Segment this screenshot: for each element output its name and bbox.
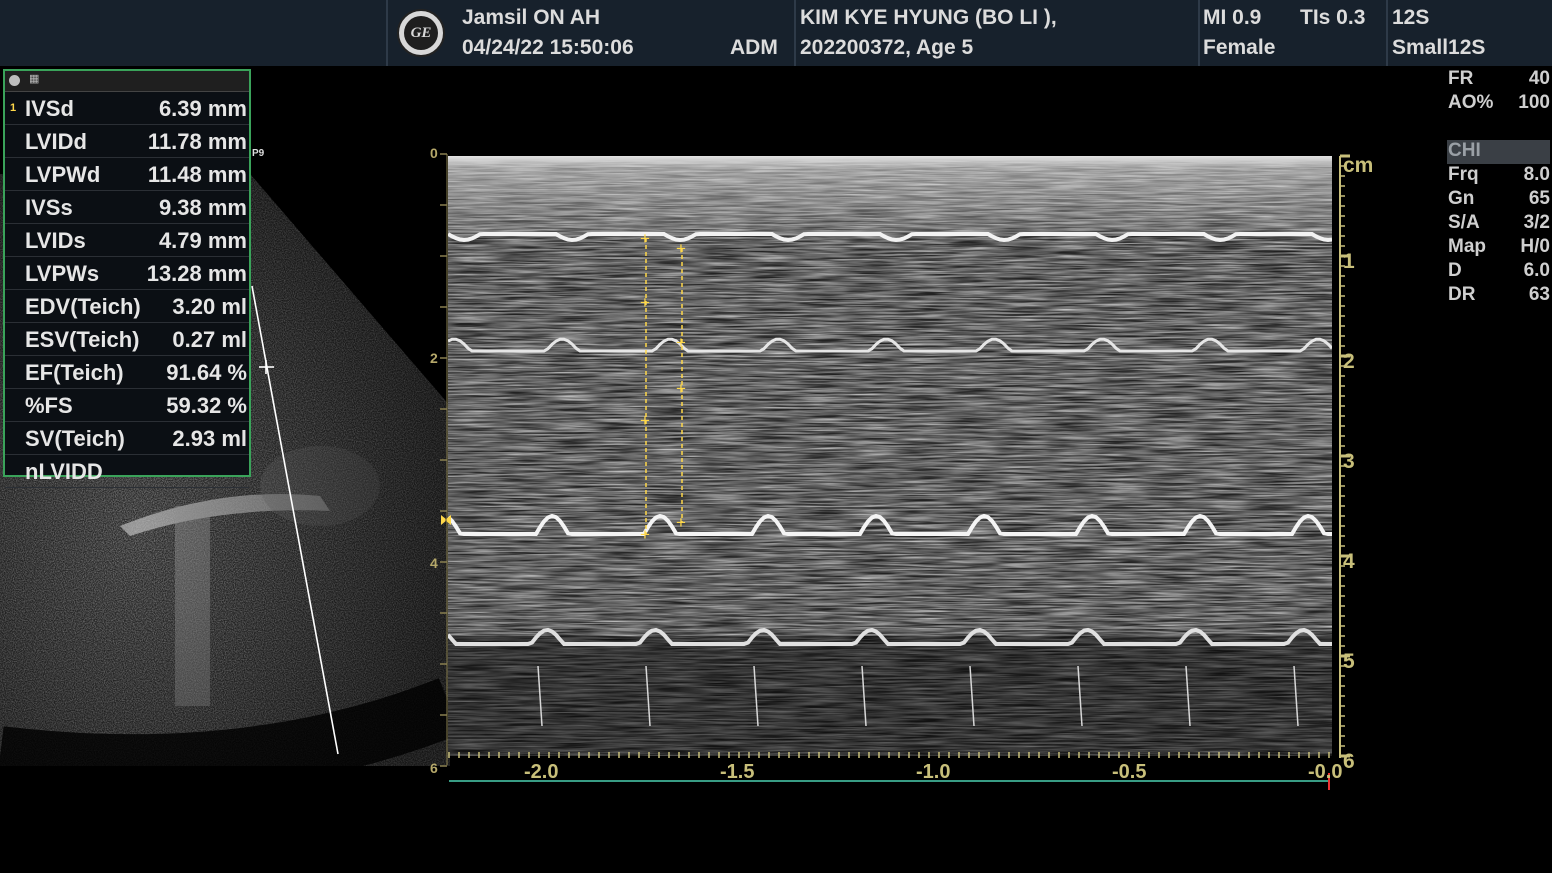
- probe-tag: P9: [252, 148, 265, 159]
- grip-icon[interactable]: ▦: [29, 72, 39, 85]
- measurement-value: 11.48 mm: [147, 162, 247, 187]
- measurement-row[interactable]: 1 IVSd 6.39 mm: [5, 92, 249, 125]
- depth-label: 4: [1343, 550, 1355, 573]
- measurement-value: 2.93 ml: [172, 426, 247, 451]
- measurement-row[interactable]: nLVIDD: [5, 455, 249, 488]
- preset-name: Small12S: [1392, 36, 1486, 59]
- measurement-value: 0.27 ml: [172, 327, 247, 352]
- imaging-mode-badge: CHI: [1447, 140, 1550, 164]
- depth-label: 6: [1343, 750, 1355, 773]
- measurement-panel[interactable]: ▦ 1 IVSd 6.39 mm LVIDd 11.78 mm LVPWd 11.48 mm…: [3, 69, 251, 488]
- time-label: -1.5: [720, 761, 755, 783]
- record-dot-icon[interactable]: [9, 75, 20, 86]
- measurement-row[interactable]: SV(Teich) 2.93 ml: [5, 422, 249, 455]
- measurement-value: 4.79 mm: [158, 228, 247, 253]
- measurement-label: nLVIDD: [25, 459, 103, 484]
- measurement-row[interactable]: LVIDs 4.79 mm: [5, 224, 249, 257]
- measurement-label: LVIDs: [25, 228, 86, 253]
- focus-marker-icon: [441, 515, 451, 525]
- measurement-value: 3.20 ml: [172, 294, 247, 319]
- measurement-row[interactable]: LVPWd 11.48 mm: [5, 158, 249, 191]
- measurement-value: 13.28 mm: [146, 261, 247, 286]
- param-row: D 6.0: [1448, 260, 1550, 281]
- probe-name: 12S: [1392, 6, 1430, 29]
- header-blank-cell: [0, 0, 388, 66]
- acquisition-params-panel: FR 40 AO% 100 CHI Frq 8.0 Gn 65 S/A 3/2 Map H/…: [1447, 68, 1550, 308]
- operator: ADM: [730, 36, 778, 59]
- patient-id-age: 202200372, Age 5: [800, 36, 974, 59]
- patient-sex: Female: [1203, 36, 1276, 59]
- measurement-label: ESV(Teich): [25, 327, 140, 352]
- time-label: -2.0: [524, 761, 559, 783]
- measurement-panel-titlebar[interactable]: ▦: [5, 71, 249, 92]
- measurement-value: 9.38 mm: [158, 195, 247, 220]
- thermal-index: TIs 0.3: [1300, 6, 1366, 29]
- depth-label: 2: [1343, 350, 1355, 373]
- measurement-row[interactable]: IVSs 9.38 mm: [5, 191, 249, 224]
- measurement-label: %FS: [25, 393, 73, 418]
- measurement-row[interactable]: LVIDd 11.78 mm: [5, 125, 249, 158]
- measurement-value: 6.39 mm: [158, 96, 247, 121]
- measurement-value: 91.64 %: [166, 360, 247, 385]
- time-label: -1.0: [916, 761, 951, 783]
- param-row: Frq 8.0: [1448, 164, 1550, 185]
- measurement-label: EDV(Teich): [25, 294, 141, 319]
- depth-unit: cm: [1343, 154, 1374, 177]
- ge-logo-icon: GE: [397, 9, 445, 57]
- measurement-label: LVIDd: [25, 129, 87, 154]
- patient-name: KIM KYE HYUNG (BO LI ),: [800, 6, 1057, 29]
- param-row: S/A 3/2: [1448, 212, 1550, 233]
- measurement-index: 1: [10, 102, 17, 114]
- param-row: Gn 65: [1448, 188, 1550, 209]
- measurement-value: 11.78 mm: [147, 129, 247, 154]
- exam-datetime: 04/24/22 15:50:06: [462, 36, 634, 59]
- measurement-label: LVPWs: [25, 261, 100, 286]
- left-depth-label: 0: [430, 145, 438, 161]
- time-label: -0.0: [1308, 761, 1343, 783]
- measurement-label: LVPWd: [25, 162, 101, 187]
- measurement-row[interactable]: EDV(Teich) 3.20 ml: [5, 290, 249, 323]
- m-mode-axes: [440, 153, 1350, 790]
- measurement-row[interactable]: %FS 59.32 %: [5, 389, 249, 422]
- left-depth-label: 6: [430, 760, 438, 776]
- measurement-label: SV(Teich): [25, 426, 125, 451]
- left-depth-label: 4: [430, 555, 438, 571]
- measurement-label: IVSd: [25, 96, 74, 121]
- param-row: FR 40: [1448, 68, 1550, 89]
- param-row: AO% 100: [1448, 92, 1550, 113]
- measurement-row[interactable]: ESV(Teich) 0.27 ml: [5, 323, 249, 356]
- param-row: Map H/0: [1448, 236, 1550, 257]
- mechanical-index: MI 0.9: [1203, 6, 1262, 29]
- depth-label: 3: [1343, 450, 1355, 473]
- measurement-label: IVSs: [25, 195, 73, 220]
- left-depth-label: 2: [430, 350, 438, 366]
- measurement-row[interactable]: EF(Teich) 91.64 %: [5, 356, 249, 389]
- depth-label: 1: [1343, 250, 1355, 273]
- param-row: DR 63: [1448, 284, 1550, 305]
- site-name: Jamsil ON AH: [462, 6, 601, 29]
- time-label: -0.5: [1112, 761, 1147, 783]
- measurement-value: 59.32 %: [166, 393, 247, 418]
- measurement-label: EF(Teich): [25, 360, 124, 385]
- depth-label: 5: [1343, 650, 1355, 673]
- measurement-row[interactable]: LVPWs 13.28 mm: [5, 257, 249, 290]
